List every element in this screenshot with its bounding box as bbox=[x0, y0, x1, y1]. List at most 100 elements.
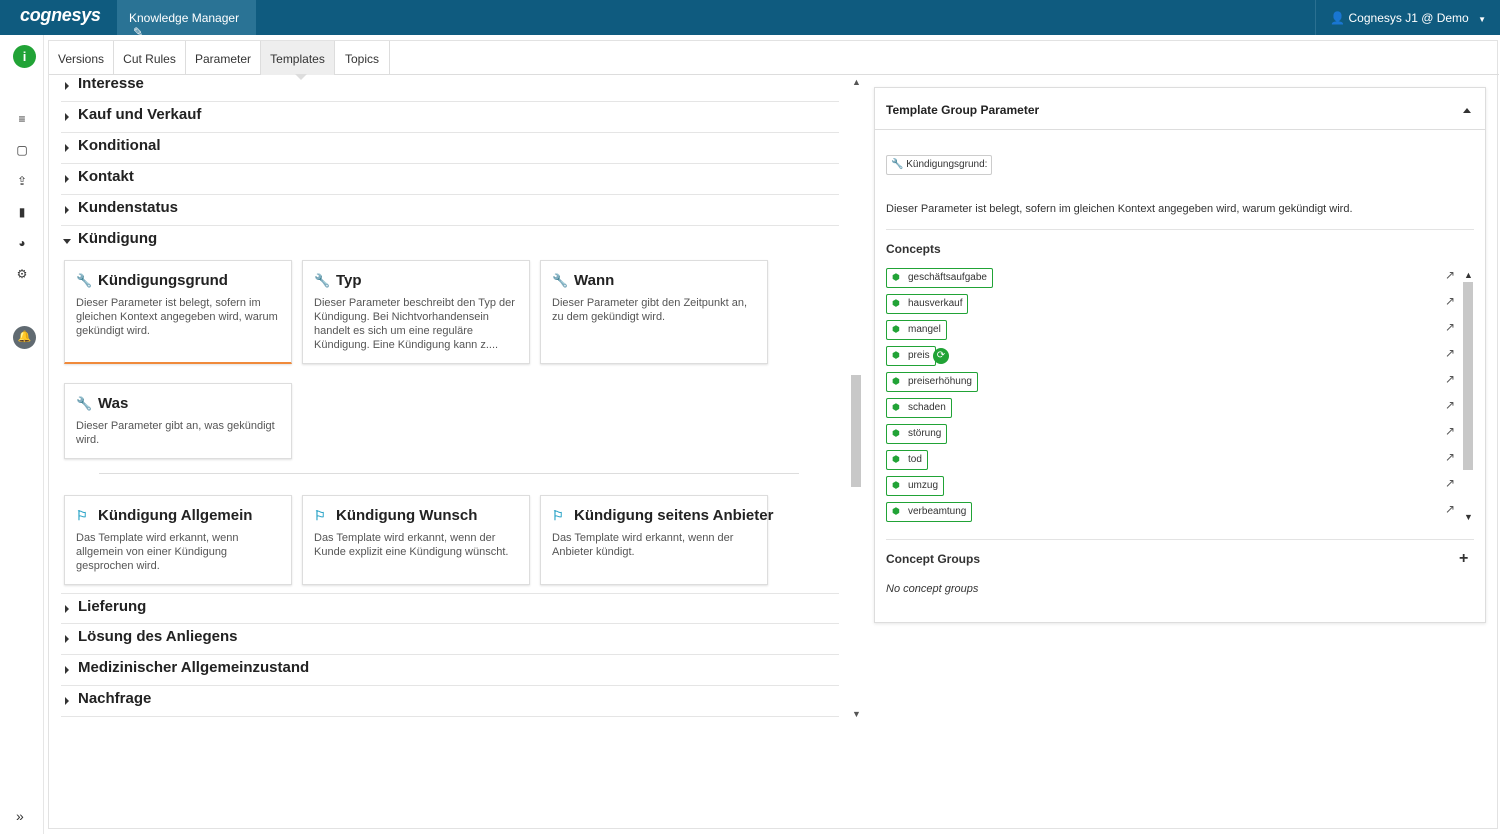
concept-chip[interactable]: ⬢ preis bbox=[886, 346, 936, 366]
cognesys-logo[interactable]: cognesys bbox=[20, 5, 101, 26]
wrench-icon: 🔧 bbox=[552, 273, 569, 288]
divider bbox=[99, 473, 799, 474]
user-icon: 👤 bbox=[1330, 11, 1346, 25]
template-group-parameter-panel: Template Group Parameter 🔧 Kündigungsgru… bbox=[874, 87, 1486, 623]
concepts-scrollbar[interactable]: ▲ ▼ bbox=[1462, 268, 1474, 526]
tab-templates[interactable]: Templates bbox=[261, 41, 335, 75]
parameter-card-was[interactable]: 🔧 Was Dieser Parameter gibt an, was gekün… bbox=[64, 383, 292, 459]
left-nav: i ≡ ▢ ⇪ ▮ ◕ ⚙ 🔔 » bbox=[0, 35, 44, 834]
refresh-icon[interactable]: ⟳ bbox=[933, 348, 949, 364]
cube-icon: ⬢ bbox=[892, 506, 900, 516]
info-icon[interactable]: i bbox=[13, 45, 36, 68]
external-link-icon[interactable]: ↗ bbox=[1445, 450, 1455, 464]
group-konditional[interactable]: Konditional bbox=[61, 133, 839, 164]
caret-down-icon bbox=[63, 239, 71, 244]
cube-icon: ⬢ bbox=[892, 324, 900, 334]
external-link-icon[interactable]: ↗ bbox=[1445, 424, 1455, 438]
app-name-button[interactable]: Knowledge Manager ✎ bbox=[117, 0, 256, 39]
external-link-icon[interactable]: ↗ bbox=[1445, 372, 1455, 386]
scroll-up-icon[interactable]: ▲ bbox=[852, 77, 861, 87]
add-concept-group-icon[interactable]: + bbox=[1459, 550, 1468, 568]
bell-icon[interactable]: 🔔 bbox=[13, 326, 36, 349]
user-name: Cognesys J1 @ Demo bbox=[1348, 11, 1469, 25]
cube-icon: ⬢ bbox=[892, 454, 900, 464]
concept-chip[interactable]: ⬢ preiserhöhung bbox=[886, 372, 978, 392]
cube-icon: ⬢ bbox=[892, 272, 900, 282]
gear-icon[interactable]: ⚙ bbox=[12, 267, 32, 283]
tab-topics[interactable]: Topics bbox=[335, 41, 390, 75]
template-card-kuendigung-seitens-anbieter[interactable]: ⚐ Kündigung seitens Anbieter Das Template… bbox=[540, 495, 773, 585]
caret-right-icon bbox=[65, 206, 69, 214]
scroll-thumb[interactable] bbox=[1463, 282, 1473, 470]
concept-chip[interactable]: ⬢ hausverkauf bbox=[886, 294, 969, 314]
list-scrollbar[interactable]: ▲ ▼ bbox=[849, 75, 863, 723]
external-link-icon[interactable]: ↗ bbox=[1445, 346, 1455, 360]
upload-icon[interactable]: ⇪ bbox=[12, 174, 32, 190]
cube-icon: ⬢ bbox=[892, 350, 900, 360]
flag-icon: ⚐ bbox=[552, 508, 564, 523]
pie-chart-icon[interactable]: ◕ bbox=[12, 236, 32, 252]
parameter-card-kuendigungsgrund[interactable]: 🔧 Kündigungsgrund Dieser Parameter ist be… bbox=[64, 260, 292, 364]
tab-versions[interactable]: Versions bbox=[49, 41, 114, 75]
external-link-icon[interactable]: ↗ bbox=[1445, 268, 1455, 282]
caret-right-icon bbox=[65, 605, 69, 613]
scroll-thumb[interactable] bbox=[851, 375, 861, 487]
template-card-kuendigung-wunsch[interactable]: ⚐ Kündigung Wunsch Das Template wird erka… bbox=[302, 495, 530, 585]
parameter-description: Dieser Parameter ist belegt, sofern im g… bbox=[886, 203, 1353, 215]
concept-chip[interactable]: ⬢ verbeamtung bbox=[886, 502, 973, 522]
user-menu[interactable]: 👤 Cognesys J1 @ Demo ▼ bbox=[1315, 0, 1500, 35]
external-link-icon[interactable]: ↗ bbox=[1445, 502, 1455, 516]
caret-right-icon bbox=[65, 113, 69, 121]
concept-chip[interactable]: ⬢ tod bbox=[886, 450, 928, 470]
group-loesung-des-anliegens[interactable]: Lösung des Anliegens bbox=[61, 624, 839, 655]
external-link-icon[interactable]: ↗ bbox=[1445, 320, 1455, 334]
parameter-card-typ[interactable]: 🔧 Typ Dieser Parameter beschreibt den Typ… bbox=[302, 260, 530, 364]
wrench-icon: 🔧 bbox=[76, 396, 93, 411]
top-bar: cognesys Knowledge Manager ✎ 👤 Cognesys … bbox=[0, 0, 1500, 39]
tab-bar: Versions Cut Rules Parameter Templates T… bbox=[49, 41, 1499, 75]
cube-icon: ⬢ bbox=[892, 428, 900, 438]
wrench-icon: 🔧 bbox=[76, 273, 93, 288]
caret-right-icon bbox=[65, 144, 69, 152]
external-link-icon[interactable]: ↗ bbox=[1445, 398, 1455, 412]
group-kontakt[interactable]: Kontakt bbox=[61, 164, 839, 195]
cube-icon: ⬢ bbox=[892, 298, 900, 308]
group-kundenstatus[interactable]: Kundenstatus bbox=[61, 195, 839, 226]
scroll-up-icon[interactable]: ▲ bbox=[1464, 270, 1473, 280]
collapse-icon[interactable] bbox=[1463, 108, 1471, 113]
chevron-down-icon: ▼ bbox=[1478, 15, 1486, 24]
pencil-icon: ✎ bbox=[133, 25, 144, 39]
scroll-down-icon[interactable]: ▼ bbox=[852, 709, 861, 719]
group-kuendigung[interactable]: Kündigung bbox=[61, 226, 839, 257]
group-interesse[interactable]: Interesse bbox=[61, 71, 839, 102]
concept-chip[interactable]: ⬢ mangel bbox=[886, 320, 947, 340]
scroll-down-icon[interactable]: ▼ bbox=[1464, 512, 1473, 522]
tab-cut-rules[interactable]: Cut Rules bbox=[114, 41, 186, 75]
external-link-icon[interactable]: ↗ bbox=[1445, 476, 1455, 490]
concept-chip[interactable]: ⬢ schaden bbox=[886, 398, 952, 418]
cube-icon: ⬢ bbox=[892, 402, 900, 412]
expand-nav-icon[interactable]: » bbox=[16, 808, 24, 824]
panel-header[interactable]: Template Group Parameter bbox=[875, 88, 1485, 130]
database-icon[interactable]: ≡ bbox=[12, 112, 32, 128]
template-card-kuendigung-allgemein[interactable]: ⚐ Kündigung Allgemein Das Template wird e… bbox=[64, 495, 292, 585]
group-medizinischer-allgemeinzustand[interactable]: Medizinischer Allgemeinzustand bbox=[61, 655, 839, 686]
concept-chip[interactable]: ⬢ geschäftsaufgabe bbox=[886, 268, 993, 288]
parameter-card-wann[interactable]: 🔧 Wann Dieser Parameter gibt den Zeitpunk… bbox=[540, 260, 768, 364]
wrench-icon: 🔧 bbox=[891, 159, 904, 170]
concept-chip[interactable]: ⬢ störung bbox=[886, 424, 948, 444]
cube-icon: ⬢ bbox=[892, 376, 900, 386]
concept-chip[interactable]: ⬢ umzug bbox=[886, 476, 945, 496]
group-nachfrage[interactable]: Nachfrage bbox=[61, 686, 839, 717]
tab-parameter[interactable]: Parameter bbox=[186, 41, 261, 75]
caret-right-icon bbox=[65, 666, 69, 674]
concepts-heading: Concepts bbox=[886, 242, 941, 256]
external-link-icon[interactable]: ↗ bbox=[1445, 294, 1455, 308]
wrench-icon: 🔧 bbox=[314, 273, 331, 288]
group-kauf-und-verkauf[interactable]: Kauf und Verkauf bbox=[61, 102, 839, 133]
book-icon[interactable]: ▮ bbox=[12, 205, 32, 221]
app-name: Knowledge Manager bbox=[129, 11, 240, 25]
document-icon[interactable]: ▢ bbox=[12, 143, 32, 159]
group-lieferung[interactable]: Lieferung bbox=[61, 593, 839, 624]
no-concept-groups-text: No concept groups bbox=[886, 583, 979, 595]
